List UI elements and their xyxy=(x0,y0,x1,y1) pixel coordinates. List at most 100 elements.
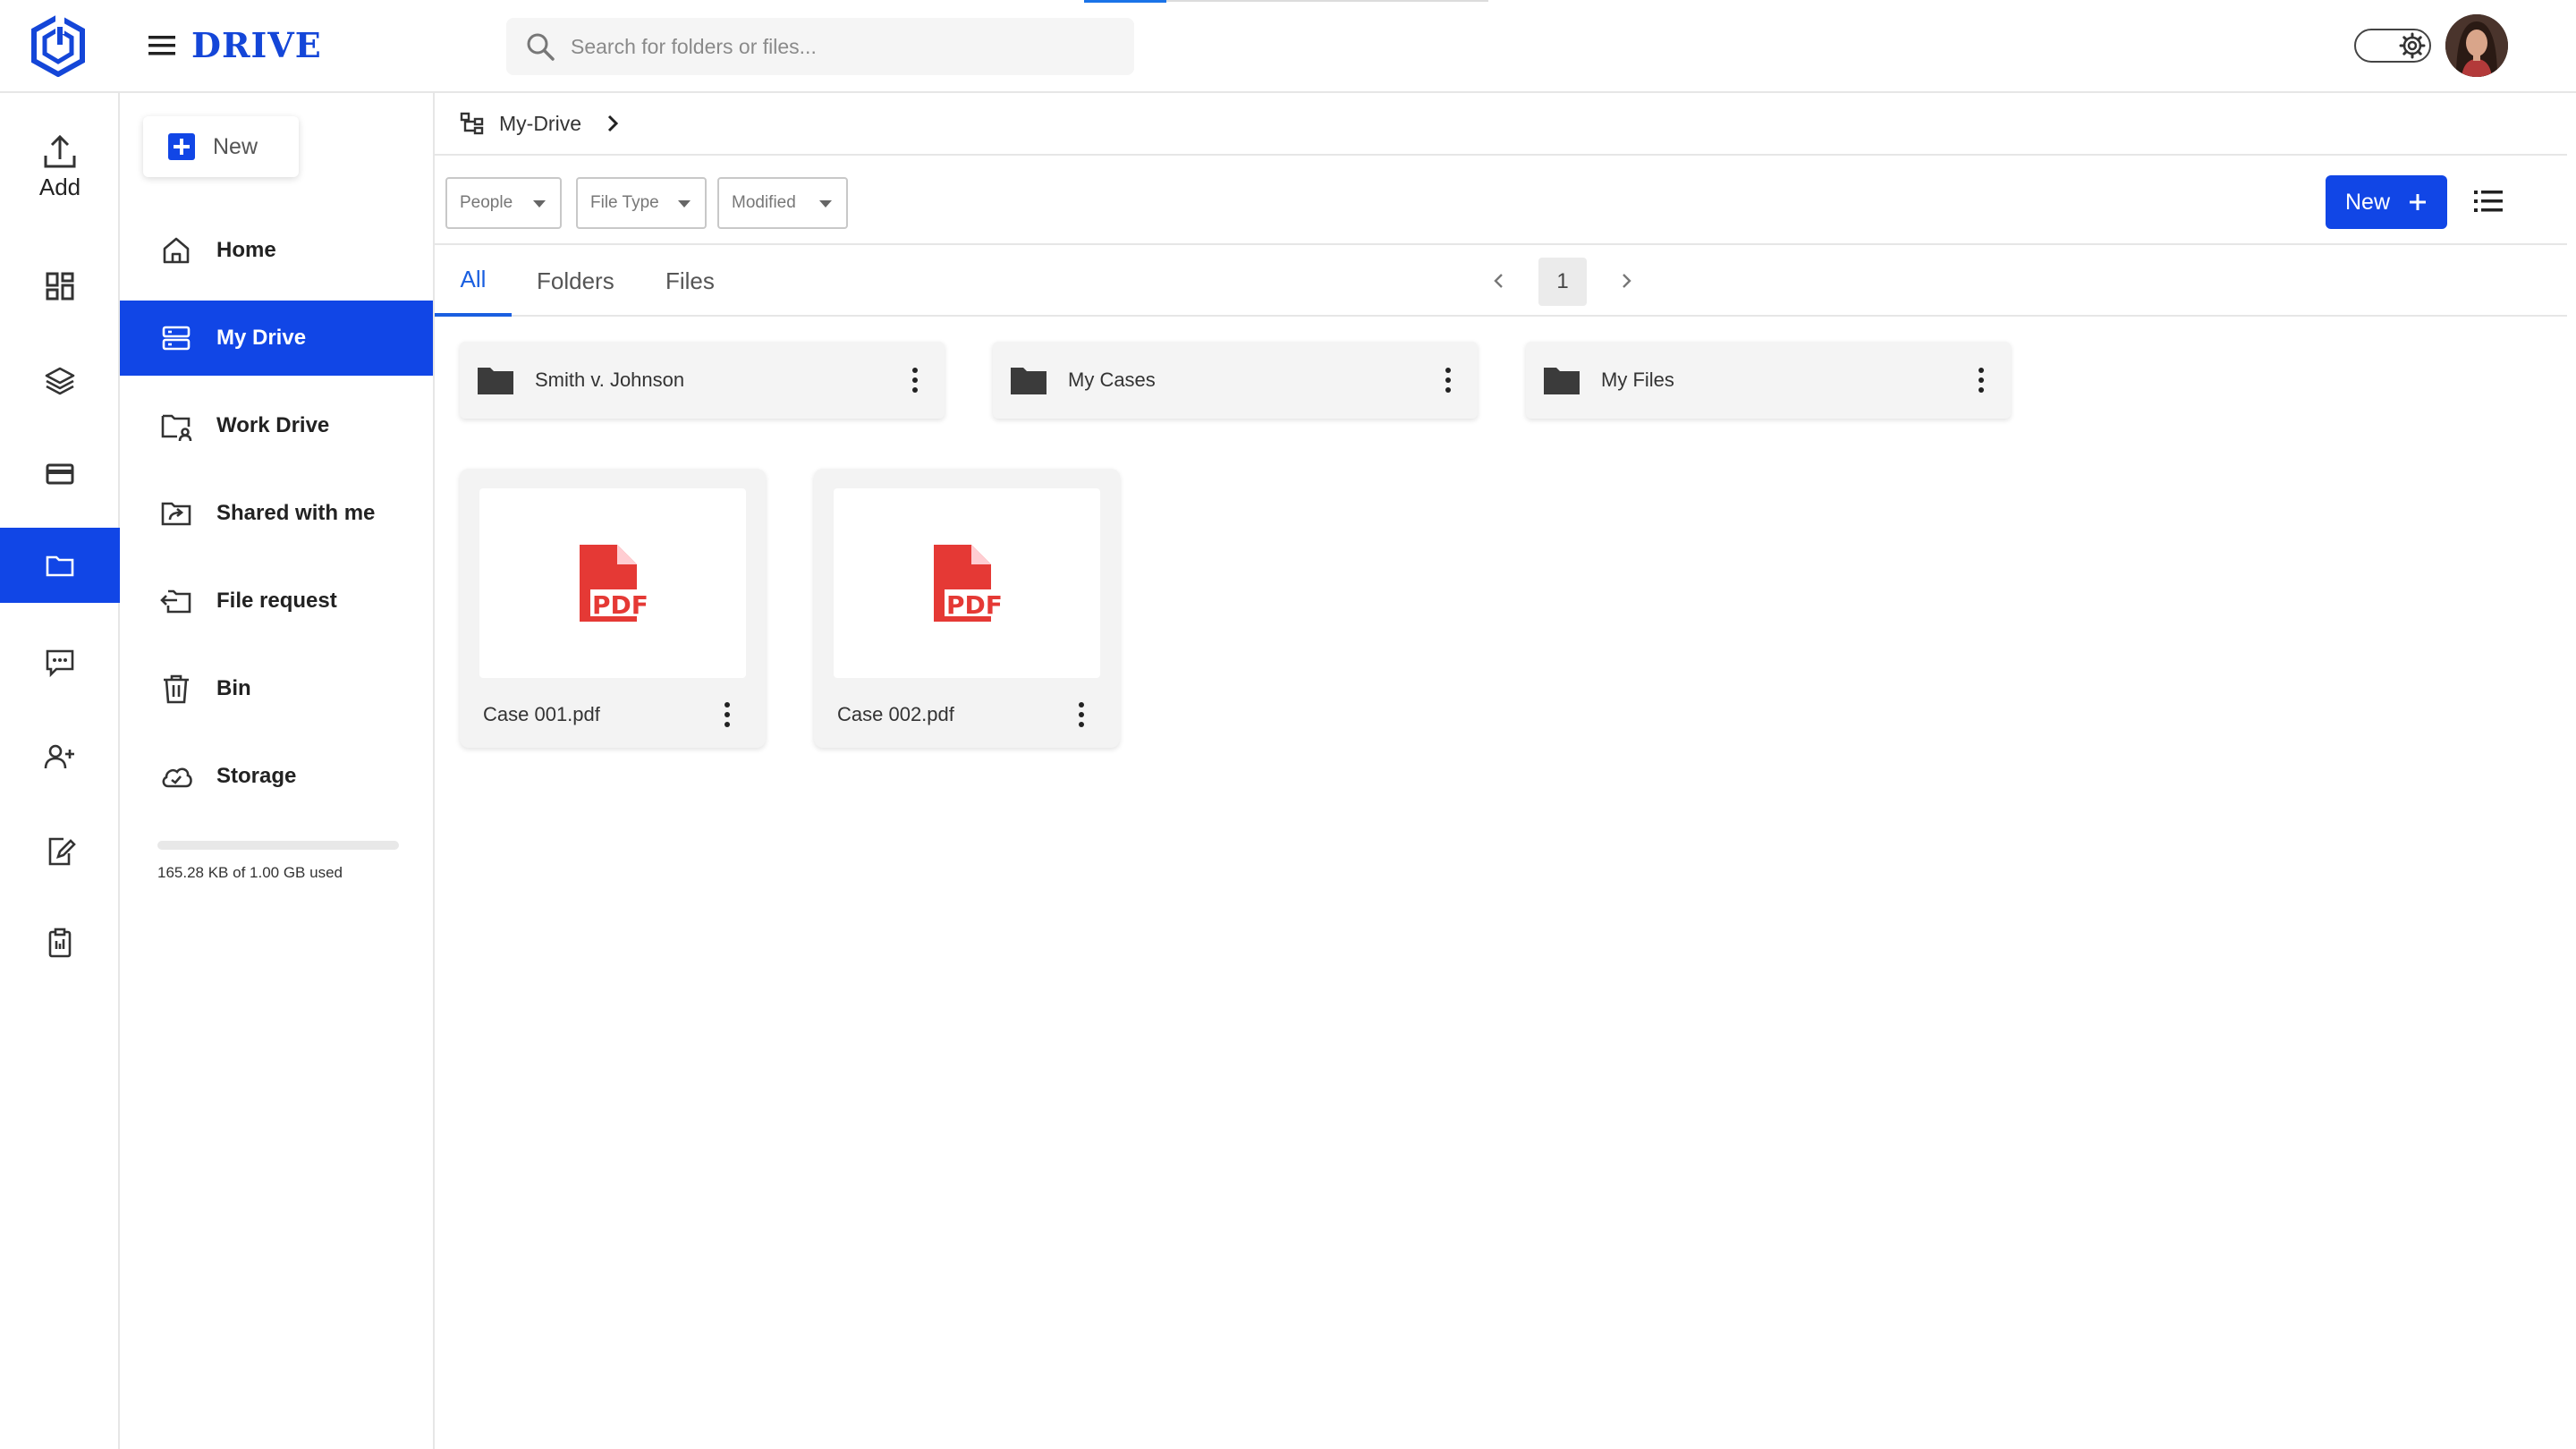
plus-icon xyxy=(168,133,195,160)
filter-bar: People File Type Modified New xyxy=(435,156,2567,245)
folder-card[interactable]: My Files xyxy=(1526,342,2011,419)
folder-tree-icon xyxy=(460,112,484,135)
app-logo-icon[interactable] xyxy=(30,14,86,77)
rail-add-label: Add xyxy=(38,174,81,200)
sidebar: New Home My Drive Work Drive Shared with… xyxy=(120,93,435,1449)
sidebar-item-bin[interactable]: Bin xyxy=(120,651,433,726)
trash-icon xyxy=(164,674,189,704)
folder-icon xyxy=(1011,368,1046,394)
sidebar-item-shared-with-me[interactable]: Shared with me xyxy=(120,476,433,551)
file-card[interactable]: PDF Case 001.pdf xyxy=(460,469,766,748)
breadcrumb: My-Drive xyxy=(435,93,2567,156)
sidebar-new-button[interactable]: New xyxy=(143,116,299,177)
more-options-icon[interactable] xyxy=(1444,367,1453,394)
sidebar-item-my-drive[interactable]: My Drive xyxy=(120,301,433,376)
filter-label: File Type xyxy=(590,193,659,212)
list-view-icon[interactable] xyxy=(2472,186,2504,216)
sidebar-item-label: Work Drive xyxy=(216,413,330,437)
cloud-icon xyxy=(162,767,192,788)
file-card[interactable]: PDF Case 002.pdf xyxy=(814,469,1120,748)
svg-text:PDF: PDF xyxy=(946,590,1003,620)
chevron-right-icon[interactable] xyxy=(605,114,621,133)
folder-icon[interactable] xyxy=(0,528,120,603)
file-thumbnail: PDF xyxy=(834,488,1100,678)
sidebar-item-label: File request xyxy=(216,589,337,613)
new-button-label: New xyxy=(2345,189,2391,215)
file-request-icon xyxy=(160,589,191,614)
sidebar-item-storage[interactable]: Storage xyxy=(120,739,433,814)
pdf-icon: PDF xyxy=(934,545,1007,622)
sidebar-item-label: My Drive xyxy=(216,326,307,350)
brand-title: DRIVE xyxy=(191,25,322,65)
loading-track xyxy=(1166,0,1488,2)
clipboard-icon[interactable] xyxy=(0,905,120,980)
folder-card[interactable]: Smith v. Johnson xyxy=(460,342,945,419)
chevron-left-icon[interactable] xyxy=(1488,245,1510,317)
menu-icon[interactable] xyxy=(147,30,177,61)
sidebar-item-home[interactable]: Home xyxy=(120,213,433,288)
theme-toggle[interactable] xyxy=(2354,29,2431,63)
caret-down-icon xyxy=(819,200,832,208)
pdf-icon: PDF xyxy=(580,545,653,622)
top-bar: DRIVE xyxy=(0,0,2576,93)
pagination-page[interactable]: 1 xyxy=(1538,258,1587,306)
card-icon[interactable] xyxy=(0,436,120,512)
storage-progress-bar xyxy=(157,841,399,850)
file-name: Case 002.pdf xyxy=(837,703,954,725)
more-options-icon[interactable] xyxy=(1977,367,1986,394)
search-input[interactable] xyxy=(571,34,1072,59)
sidebar-item-work-drive[interactable]: Work Drive xyxy=(120,388,433,463)
sidebar-item-label: Home xyxy=(216,238,276,262)
new-button[interactable]: New xyxy=(2326,175,2447,229)
storage-usage-text: 165.28 KB of 1.00 GB used xyxy=(157,864,343,881)
shared-folder-icon xyxy=(161,502,191,526)
filter-label: Modified xyxy=(732,193,796,212)
sidebar-new-label: New xyxy=(213,133,258,159)
layers-icon[interactable] xyxy=(0,343,120,419)
tab-bar: All Folders Files 1 xyxy=(435,245,2567,317)
svg-text:PDF: PDF xyxy=(592,590,648,620)
file-name: Case 001.pdf xyxy=(483,703,600,725)
work-drive-icon xyxy=(161,414,192,442)
edit-document-icon[interactable] xyxy=(0,814,120,889)
folder-card[interactable]: My Cases xyxy=(993,342,1478,419)
gear-icon xyxy=(2399,32,2426,59)
tab-all[interactable]: All xyxy=(435,245,512,317)
add-user-icon[interactable] xyxy=(0,719,120,794)
caret-down-icon xyxy=(533,200,546,208)
chat-icon[interactable] xyxy=(0,624,120,699)
breadcrumb-item-my-drive[interactable]: My-Drive xyxy=(499,112,581,136)
home-icon xyxy=(163,237,190,264)
sidebar-item-label: Bin xyxy=(216,676,251,700)
more-options-icon[interactable] xyxy=(1077,701,1086,728)
sidebar-item-file-request[interactable]: File request xyxy=(120,564,433,639)
chevron-right-icon[interactable] xyxy=(1615,245,1637,317)
filter-people[interactable]: People xyxy=(445,177,562,229)
more-options-icon[interactable] xyxy=(911,367,919,394)
loading-indicator xyxy=(1084,0,1166,3)
tab-folders[interactable]: Folders xyxy=(537,245,614,317)
sidebar-item-label: Storage xyxy=(216,764,297,788)
folder-icon xyxy=(478,368,513,394)
folder-name: My Files xyxy=(1601,369,1674,391)
main-content: My-Drive People File Type Modified New A xyxy=(435,93,2567,1449)
search-icon xyxy=(524,30,556,63)
rail-add-button[interactable]: Add xyxy=(0,132,120,213)
file-thumbnail: PDF xyxy=(479,488,746,678)
caret-down-icon xyxy=(678,200,691,208)
folder-name: Smith v. Johnson xyxy=(535,369,685,391)
tab-files[interactable]: Files xyxy=(665,245,715,317)
plus-icon xyxy=(2410,194,2427,210)
drive-icon xyxy=(162,326,191,351)
filter-file-type[interactable]: File Type xyxy=(576,177,707,229)
more-options-icon[interactable] xyxy=(723,701,732,728)
icon-rail: Add xyxy=(0,93,120,1449)
dashboard-icon[interactable] xyxy=(0,249,120,324)
avatar[interactable] xyxy=(2445,14,2508,77)
upload-icon xyxy=(44,134,76,168)
filter-modified[interactable]: Modified xyxy=(717,177,848,229)
search-bar[interactable] xyxy=(506,18,1134,75)
folder-icon xyxy=(1544,368,1580,394)
folder-name: My Cases xyxy=(1068,369,1156,391)
sidebar-item-label: Shared with me xyxy=(216,501,376,525)
